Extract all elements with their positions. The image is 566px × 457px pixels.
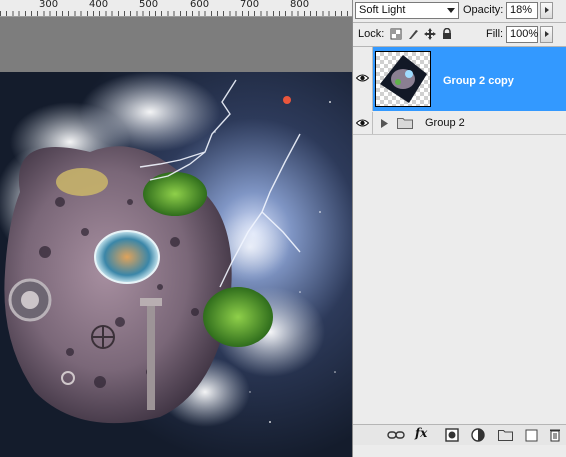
blend-mode-value: Soft Light xyxy=(359,4,406,16)
fill-field[interactable]: 100% xyxy=(506,26,538,43)
expand-triangle-icon[interactable] xyxy=(381,119,388,128)
ruler-number: 700 xyxy=(240,0,260,10)
artwork-image xyxy=(0,72,352,457)
ruler-number: 300 xyxy=(39,0,59,10)
opacity-field[interactable]: 18% xyxy=(506,2,538,19)
eye-icon xyxy=(356,74,369,82)
lock-transparent-pixels-icon[interactable] xyxy=(390,28,402,40)
link-icon[interactable] xyxy=(387,428,405,442)
horizontal-ruler: 300 400 500 600 700 800 xyxy=(0,0,352,17)
lock-label: Lock: xyxy=(358,28,385,40)
fill-value: 100% xyxy=(510,28,539,40)
mask-icon[interactable] xyxy=(445,428,459,442)
ruler-ticks xyxy=(0,11,352,16)
lock-all-icon[interactable] xyxy=(441,28,453,40)
layer-row-group-2[interactable]: Group 2 xyxy=(353,112,566,135)
new-group-folder-icon[interactable] xyxy=(498,428,513,442)
fill-label: Fill: xyxy=(486,28,504,40)
lock-image-pixels-icon[interactable] xyxy=(407,28,419,40)
opacity-slider-button[interactable] xyxy=(540,2,553,19)
blend-mode-select[interactable]: Soft Light xyxy=(355,2,459,19)
eye-icon xyxy=(356,119,369,127)
thumbnail-preview-icon xyxy=(380,55,427,103)
layers-bottom-toolbar: fx xyxy=(353,424,566,445)
folder-icon xyxy=(397,118,413,129)
document-canvas-area[interactable]: 300 400 500 600 700 800 xyxy=(0,0,352,457)
ruler-number: 400 xyxy=(89,0,109,10)
opacity-label: Opacity: xyxy=(463,4,504,16)
visibility-toggle[interactable] xyxy=(353,112,373,134)
layer-name: Group 2 copy xyxy=(443,75,514,87)
blend-row: Soft Light Opacity: 18% xyxy=(353,0,566,22)
ruler-number: 600 xyxy=(190,0,210,10)
layers-panel: Soft Light Opacity: 18% Lock: Fill: 100% xyxy=(352,0,566,457)
trash-icon[interactable] xyxy=(549,428,561,442)
ruler-number: 500 xyxy=(139,0,159,10)
fill-slider-button[interactable] xyxy=(540,26,553,43)
opacity-value: 18% xyxy=(510,4,533,16)
layer-row-group-2-copy[interactable]: Group 2 copy xyxy=(353,47,566,111)
new-layer-icon[interactable] xyxy=(525,428,538,442)
fx-icon[interactable]: fx xyxy=(415,426,427,440)
layer-name: Group 2 xyxy=(425,117,465,129)
lock-position-icon[interactable] xyxy=(424,28,436,40)
ruler-number: 800 xyxy=(290,0,310,10)
divider xyxy=(353,22,566,23)
dropdown-arrow-icon xyxy=(447,8,455,13)
adjustment-icon[interactable] xyxy=(471,428,485,442)
layer-thumbnail xyxy=(375,51,431,107)
visibility-toggle[interactable] xyxy=(353,47,373,111)
